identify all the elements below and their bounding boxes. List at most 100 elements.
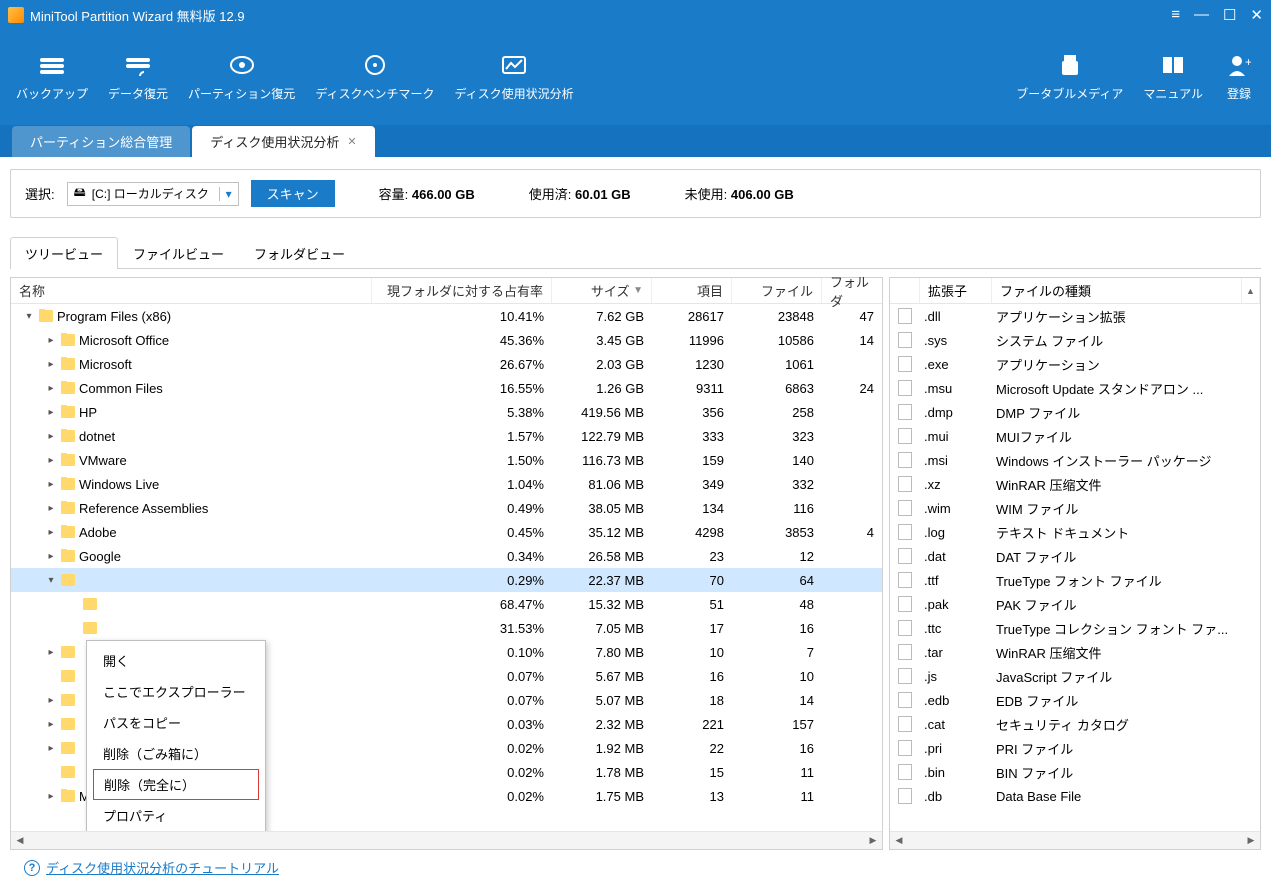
expand-arrow-icon[interactable]: ▾ — [45, 575, 57, 586]
scrollbar-horizontal[interactable]: ◀ ▶ — [11, 831, 882, 849]
disk-benchmark-button[interactable]: ディスクベンチマーク — [305, 47, 444, 108]
ext-row[interactable]: .catセキュリティ カタログ — [890, 712, 1260, 736]
expand-arrow-icon[interactable]: ▸ — [45, 455, 57, 466]
tree-row[interactable]: ▾0.29%22.37 MB7064 — [11, 568, 882, 592]
tree-row[interactable]: 68.47%15.32 MB5148 — [11, 592, 882, 616]
ext-row[interactable]: .exeアプリケーション — [890, 352, 1260, 376]
tab-close-icon[interactable]: ✕ — [347, 135, 356, 148]
expand-arrow-icon[interactable]: ▸ — [45, 791, 57, 802]
tab-folder-view[interactable]: フォルダビュー — [239, 237, 360, 269]
tutorial-link[interactable]: ディスク使用状況分析のチュートリアル — [46, 858, 279, 877]
tree-row[interactable]: ▸Reference Assemblies0.49%38.05 MB134116 — [11, 496, 882, 520]
ext-row[interactable]: .priPRI ファイル — [890, 736, 1260, 760]
expand-arrow-icon[interactable]: ▸ — [45, 527, 57, 538]
register-button[interactable]: + 登録 — [1213, 47, 1265, 108]
scroll-right-icon[interactable]: ▶ — [864, 835, 882, 846]
expand-arrow-icon[interactable]: ▸ — [45, 335, 57, 346]
expand-arrow-icon[interactable]: ▸ — [45, 647, 57, 658]
maximize-icon[interactable]: ☐ — [1223, 6, 1236, 24]
ext-type: WinRAR 压缩文件 — [992, 475, 1260, 494]
manual-button[interactable]: マニュアル — [1133, 47, 1213, 108]
disk-usage-analyzer-button[interactable]: ディスク使用状況分析 — [444, 47, 583, 108]
tree-row[interactable]: ▸Microsoft26.67%2.03 GB12301061 — [11, 352, 882, 376]
col-files[interactable]: ファイル — [732, 278, 822, 303]
context-menu-item[interactable]: 削除（完全に） — [93, 769, 259, 800]
tab-disk-usage-analyzer[interactable]: ディスク使用状況分析 ✕ — [192, 126, 374, 157]
expand-arrow-icon[interactable]: ▸ — [45, 407, 57, 418]
col-size[interactable]: サイズ ▼ — [552, 278, 652, 303]
context-menu-item[interactable]: ここでエクスプローラー — [87, 676, 265, 707]
tree-row[interactable]: ▸Common Files16.55%1.26 GB9311686324 — [11, 376, 882, 400]
ext-row[interactable]: .muiMUIファイル — [890, 424, 1260, 448]
context-menu-item[interactable]: 開く — [87, 645, 265, 676]
tab-file-view[interactable]: ファイルビュー — [118, 237, 239, 269]
expand-arrow-icon[interactable]: ▸ — [45, 479, 57, 490]
hamburger-icon[interactable]: ≡ — [1171, 6, 1180, 24]
bootable-media-button[interactable]: ブータブルメディア — [1006, 47, 1133, 108]
col-name[interactable]: 名称 — [11, 278, 372, 303]
context-menu-item[interactable]: プロパティ — [87, 800, 265, 831]
close-icon[interactable]: ✕ — [1250, 6, 1263, 24]
ext-row[interactable]: .edbEDB ファイル — [890, 688, 1260, 712]
ext-row[interactable]: .datDAT ファイル — [890, 544, 1260, 568]
ext-row[interactable]: .ttfTrueType フォント ファイル — [890, 568, 1260, 592]
scroll-up-icon[interactable]: ▲ — [1242, 278, 1260, 303]
tree-row[interactable]: ▸Microsoft Office45.36%3.45 GB1199610586… — [11, 328, 882, 352]
drive-dropdown[interactable]: 🖴 [C:] ローカルディスク ▾ — [67, 182, 239, 206]
ext-row[interactable]: .dllアプリケーション拡張 — [890, 304, 1260, 328]
ext-row[interactable]: .binBIN ファイル — [890, 760, 1260, 784]
ext-row[interactable]: .dbData Base File — [890, 784, 1260, 808]
expand-arrow-icon[interactable]: ▸ — [45, 719, 57, 730]
expand-arrow-icon[interactable]: ▸ — [45, 695, 57, 706]
ext-row[interactable]: .tarWinRAR 压缩文件 — [890, 640, 1260, 664]
data-recovery-button[interactable]: データ復元 — [98, 47, 178, 108]
ext-type: テキスト ドキュメント — [992, 523, 1260, 542]
ext-row[interactable]: .logテキスト ドキュメント — [890, 520, 1260, 544]
ext-row[interactable]: .dmpDMP ファイル — [890, 400, 1260, 424]
ext-row[interactable]: .msuMicrosoft Update スタンドアロン ... — [890, 376, 1260, 400]
ext-row[interactable]: .wimWIM ファイル — [890, 496, 1260, 520]
expand-arrow-icon[interactable]: ▸ — [45, 743, 57, 754]
expand-arrow-icon[interactable]: ▸ — [45, 359, 57, 370]
col-file-type[interactable]: ファイルの種類 — [992, 278, 1242, 303]
ext-row[interactable]: .sysシステム ファイル — [890, 328, 1260, 352]
ext-row[interactable]: .jsJavaScript ファイル — [890, 664, 1260, 688]
scroll-left-icon[interactable]: ◀ — [890, 835, 908, 846]
tree-row[interactable]: ▸Adobe0.45%35.12 MB429838534 — [11, 520, 882, 544]
expand-arrow-icon[interactable]: ▸ — [45, 431, 57, 442]
partition-recovery-button[interactable]: パーティション復元 — [178, 47, 305, 108]
ext-row[interactable]: .msiWindows インストーラー パッケージ — [890, 448, 1260, 472]
scroll-left-icon[interactable]: ◀ — [11, 835, 29, 846]
tree-row[interactable]: ▸Windows Live1.04%81.06 MB349332 — [11, 472, 882, 496]
ext-row[interactable]: .pakPAK ファイル — [890, 592, 1260, 616]
ext-body[interactable]: .dllアプリケーション拡張.sysシステム ファイル.exeアプリケーション.… — [890, 304, 1260, 831]
file-type-icon — [898, 596, 912, 612]
tree-body[interactable]: ▾Program Files (x86)10.41%7.62 GB2861723… — [11, 304, 882, 831]
ext-row[interactable]: .xzWinRAR 压缩文件 — [890, 472, 1260, 496]
tree-row[interactable]: ▾Program Files (x86)10.41%7.62 GB2861723… — [11, 304, 882, 328]
col-items[interactable]: 項目 — [652, 278, 732, 303]
expand-arrow-icon[interactable]: ▾ — [23, 311, 35, 322]
file-type-icon — [898, 668, 912, 684]
context-menu-item[interactable]: 削除（ごみ箱に） — [87, 738, 265, 769]
tree-row[interactable]: ▸dotnet1.57%122.79 MB333323 — [11, 424, 882, 448]
tree-row[interactable]: ▸HP5.38%419.56 MB356258 — [11, 400, 882, 424]
minimize-icon[interactable]: — — [1194, 6, 1209, 24]
context-menu-item[interactable]: パスをコピー — [87, 707, 265, 738]
col-folders[interactable]: フォルダ — [822, 278, 882, 303]
col-extension[interactable]: 拡張子 — [920, 278, 992, 303]
scan-button[interactable]: スキャン — [251, 180, 335, 207]
ext-scrollbar-horizontal[interactable]: ◀ ▶ — [890, 831, 1260, 849]
tab-partition-management[interactable]: パーティション総合管理 — [12, 126, 190, 157]
ext-row[interactable]: .ttcTrueType コレクション フォント ファ... — [890, 616, 1260, 640]
tab-tree-view[interactable]: ツリービュー — [10, 237, 118, 269]
backup-button[interactable]: バックアップ — [6, 47, 98, 108]
expand-arrow-icon[interactable]: ▸ — [45, 551, 57, 562]
tree-row[interactable]: ▸Google0.34%26.58 MB2312 — [11, 544, 882, 568]
expand-arrow-icon[interactable]: ▸ — [45, 383, 57, 394]
scroll-right-icon[interactable]: ▶ — [1242, 835, 1260, 846]
expand-arrow-icon[interactable]: ▸ — [45, 503, 57, 514]
tree-row[interactable]: ▸VMware1.50%116.73 MB159140 — [11, 448, 882, 472]
col-ratio[interactable]: 現フォルダに対する占有率 — [372, 278, 552, 303]
tree-row[interactable]: 31.53%7.05 MB1716 — [11, 616, 882, 640]
